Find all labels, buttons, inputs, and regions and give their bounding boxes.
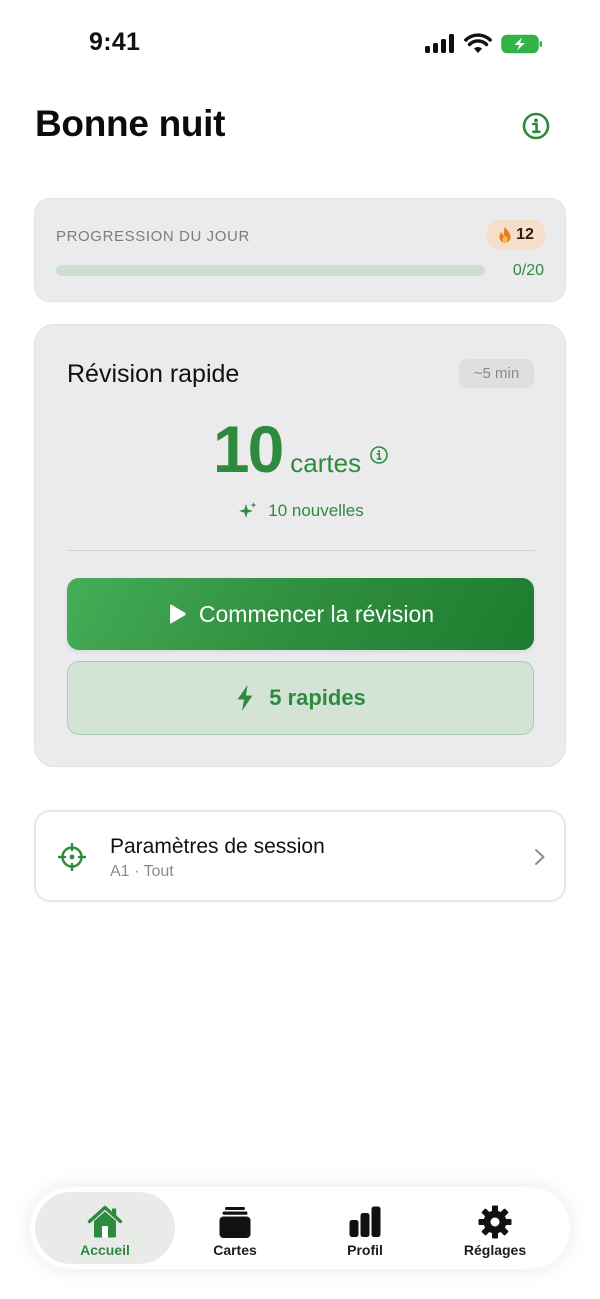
- new-cards-row: 10 nouvelles: [35, 501, 567, 521]
- bar-chart-icon: [349, 1206, 381, 1237]
- start-review-label: Commencer la révision: [198, 600, 435, 627]
- battery-charging-icon: [501, 34, 542, 54]
- gear-icon: [478, 1205, 512, 1239]
- quick-review-button[interactable]: 5 rapides: [67, 661, 534, 735]
- card-count-unit: cartes: [290, 448, 362, 478]
- card-count-number: 10: [212, 412, 284, 486]
- flame-icon: [499, 226, 511, 243]
- daily-progress-card: PROGRESSION DU JOUR 12 0/20: [34, 198, 566, 302]
- lightning-icon: [237, 685, 253, 711]
- progress-label: PROGRESSION DU JOUR: [56, 228, 250, 245]
- tab-reglages[interactable]: Réglages: [425, 1192, 565, 1264]
- session-settings-subtitle: A1 · Tout: [110, 863, 174, 880]
- status-bar: 9:41: [0, 0, 600, 90]
- tab-bar: Accueil Cartes Profil Réglages: [30, 1187, 570, 1269]
- target-icon: [58, 843, 86, 871]
- info-circle-icon[interactable]: [521, 111, 551, 141]
- start-review-button[interactable]: Commencer la révision: [67, 578, 534, 650]
- divider: [67, 550, 535, 551]
- new-cards-label: 10 nouvelles: [268, 501, 364, 520]
- streak-count: 12: [516, 226, 534, 243]
- tab-profil[interactable]: Profil: [295, 1192, 435, 1264]
- tab-label: Accueil: [80, 1242, 130, 1258]
- tab-label: Cartes: [213, 1242, 257, 1258]
- card-count: 10 cartes: [35, 416, 567, 482]
- status-time: 9:41: [89, 28, 141, 56]
- sparkles-icon: [239, 502, 257, 518]
- chevron-right-icon: [535, 849, 545, 865]
- tab-accueil[interactable]: Accueil: [35, 1192, 175, 1264]
- tab-label: Profil: [347, 1242, 383, 1258]
- wifi-icon: [464, 33, 492, 53]
- streak-badge: 12: [486, 220, 546, 250]
- progress-bar: [56, 265, 485, 276]
- quick-review-label: 5 rapides: [269, 685, 366, 710]
- quick-review-card: Révision rapide ~5 min 10 cartes 10 nouv…: [34, 324, 566, 767]
- info-icon[interactable]: [369, 445, 389, 465]
- play-icon: [169, 604, 186, 624]
- tab-cartes[interactable]: Cartes: [165, 1192, 305, 1264]
- session-settings-title: Paramètres de session: [110, 835, 325, 858]
- session-settings-row[interactable]: Paramètres de session A1 · Tout: [34, 810, 566, 902]
- page-title: Bonne nuit: [35, 103, 226, 144]
- review-title: Révision rapide: [67, 360, 240, 388]
- duration-badge: ~5 min: [459, 359, 534, 388]
- progress-count: 0/20: [512, 262, 544, 279]
- tab-label: Réglages: [463, 1242, 527, 1258]
- cellular-signal-icon: [425, 34, 454, 53]
- cards-icon: [219, 1207, 251, 1238]
- home-icon: [87, 1205, 123, 1238]
